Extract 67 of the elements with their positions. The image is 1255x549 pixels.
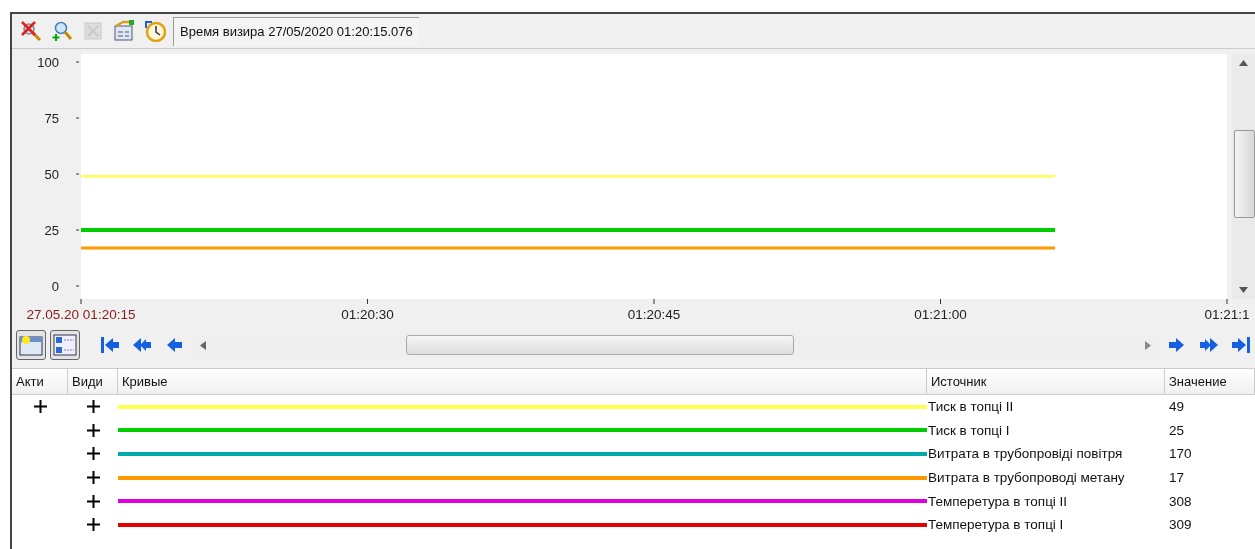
source-name: Темперетура в топці II bbox=[927, 493, 1068, 509]
right-arrow-icon bbox=[1145, 340, 1151, 350]
down-arrow-icon bbox=[1239, 287, 1248, 293]
value-cell-text: 170 bbox=[1168, 446, 1192, 462]
source-name: Витрата в трубопровіді повітря bbox=[927, 446, 1123, 462]
y-tick: 50 bbox=[44, 167, 80, 183]
clock-icon bbox=[143, 20, 166, 42]
sun-window-icon bbox=[19, 334, 43, 356]
value-cell-text: 309 bbox=[1168, 517, 1192, 533]
column-header[interactable]: Значение bbox=[1165, 369, 1255, 394]
list-icon bbox=[53, 334, 77, 356]
value-cell-text: 25 bbox=[1168, 422, 1185, 438]
y-tick: 100 bbox=[37, 55, 80, 71]
double-right-arrow-icon bbox=[1199, 335, 1219, 355]
column-header[interactable]: Акти bbox=[12, 369, 68, 394]
skip-end-icon bbox=[1231, 335, 1251, 355]
x-tick: 01:21:00 bbox=[914, 299, 967, 322]
x-tick-label: 01:21:1 bbox=[1204, 307, 1250, 322]
cursor-time-label: Время визира 27/05/2020 01:20:15.076 bbox=[173, 16, 419, 46]
source-name: Тиск в топці II bbox=[927, 399, 1014, 415]
table-icon bbox=[112, 20, 135, 42]
curve-row[interactable]: Тиск в топці II 49 bbox=[12, 395, 1255, 419]
value-cell-text: 49 bbox=[1168, 399, 1185, 415]
y-tick-label: 25 bbox=[44, 223, 59, 239]
y-tick-label: 50 bbox=[44, 167, 59, 183]
scroll-thumb[interactable] bbox=[406, 335, 794, 355]
toolbar-button[interactable] bbox=[18, 18, 43, 44]
column-header[interactable]: Кривые bbox=[118, 369, 927, 394]
y-tick-label: 0 bbox=[51, 279, 59, 295]
frame-icon bbox=[82, 21, 103, 41]
x-tick-label: 01:21:00 bbox=[914, 307, 967, 322]
up-arrow-icon bbox=[1239, 60, 1248, 66]
toolbar-button[interactable] bbox=[142, 18, 167, 44]
y-tick-label: 75 bbox=[44, 111, 59, 127]
y-tick: 75 bbox=[44, 111, 80, 127]
list-button[interactable] bbox=[50, 330, 80, 360]
skip-start-icon bbox=[100, 335, 120, 355]
source-name: Темперетура в топці I bbox=[927, 517, 1064, 533]
y-tick: 25 bbox=[44, 223, 80, 238]
x-tick: 27.05.20 01:20:15 bbox=[26, 299, 136, 322]
x-tick: 01:21:1 bbox=[1204, 299, 1250, 322]
vertical-scrollbar[interactable] bbox=[1232, 54, 1255, 299]
zoom-in-icon bbox=[50, 20, 73, 42]
source-name: Тиск в топці I bbox=[927, 422, 1010, 438]
x-tick: 01:20:45 bbox=[627, 299, 681, 322]
double-left-arrow-icon bbox=[132, 335, 152, 355]
curve-row[interactable]: Тиск в топці I 25 bbox=[12, 418, 1255, 443]
curve-row[interactable]: Темперетура в топці I 309 bbox=[12, 512, 1255, 537]
add-curve-button[interactable] bbox=[16, 330, 46, 360]
column-header[interactable]: Види bbox=[68, 369, 118, 394]
x-tick: 01:20:30 bbox=[341, 299, 394, 322]
curve-row[interactable]: Витрата в трубопровіді повітря 170 bbox=[12, 442, 1255, 466]
x-tick-label: 27.05.20 01:20:15 bbox=[26, 307, 136, 322]
value-cell-text: 308 bbox=[1168, 493, 1192, 509]
y-tick: 0 bbox=[51, 279, 80, 294]
curve-row[interactable]: Витрата в трубопроводі метану 17 bbox=[12, 465, 1255, 490]
x-tick-label: 01:20:45 bbox=[627, 307, 681, 322]
toolbar-button[interactable] bbox=[111, 18, 136, 44]
y-tick-label: 100 bbox=[37, 55, 59, 71]
magnifier-cross-icon bbox=[19, 20, 42, 42]
scroll-thumb[interactable] bbox=[1234, 130, 1255, 218]
x-tick-label: 01:20:30 bbox=[341, 307, 394, 322]
left-arrow-icon bbox=[200, 340, 206, 350]
source-name: Витрата в трубопроводі метану bbox=[927, 470, 1125, 486]
column-header[interactable]: Источник bbox=[927, 369, 1165, 394]
value-cell-text: 17 bbox=[1168, 470, 1185, 486]
curve-row[interactable]: Темперетура в топці II 308 bbox=[12, 489, 1255, 513]
